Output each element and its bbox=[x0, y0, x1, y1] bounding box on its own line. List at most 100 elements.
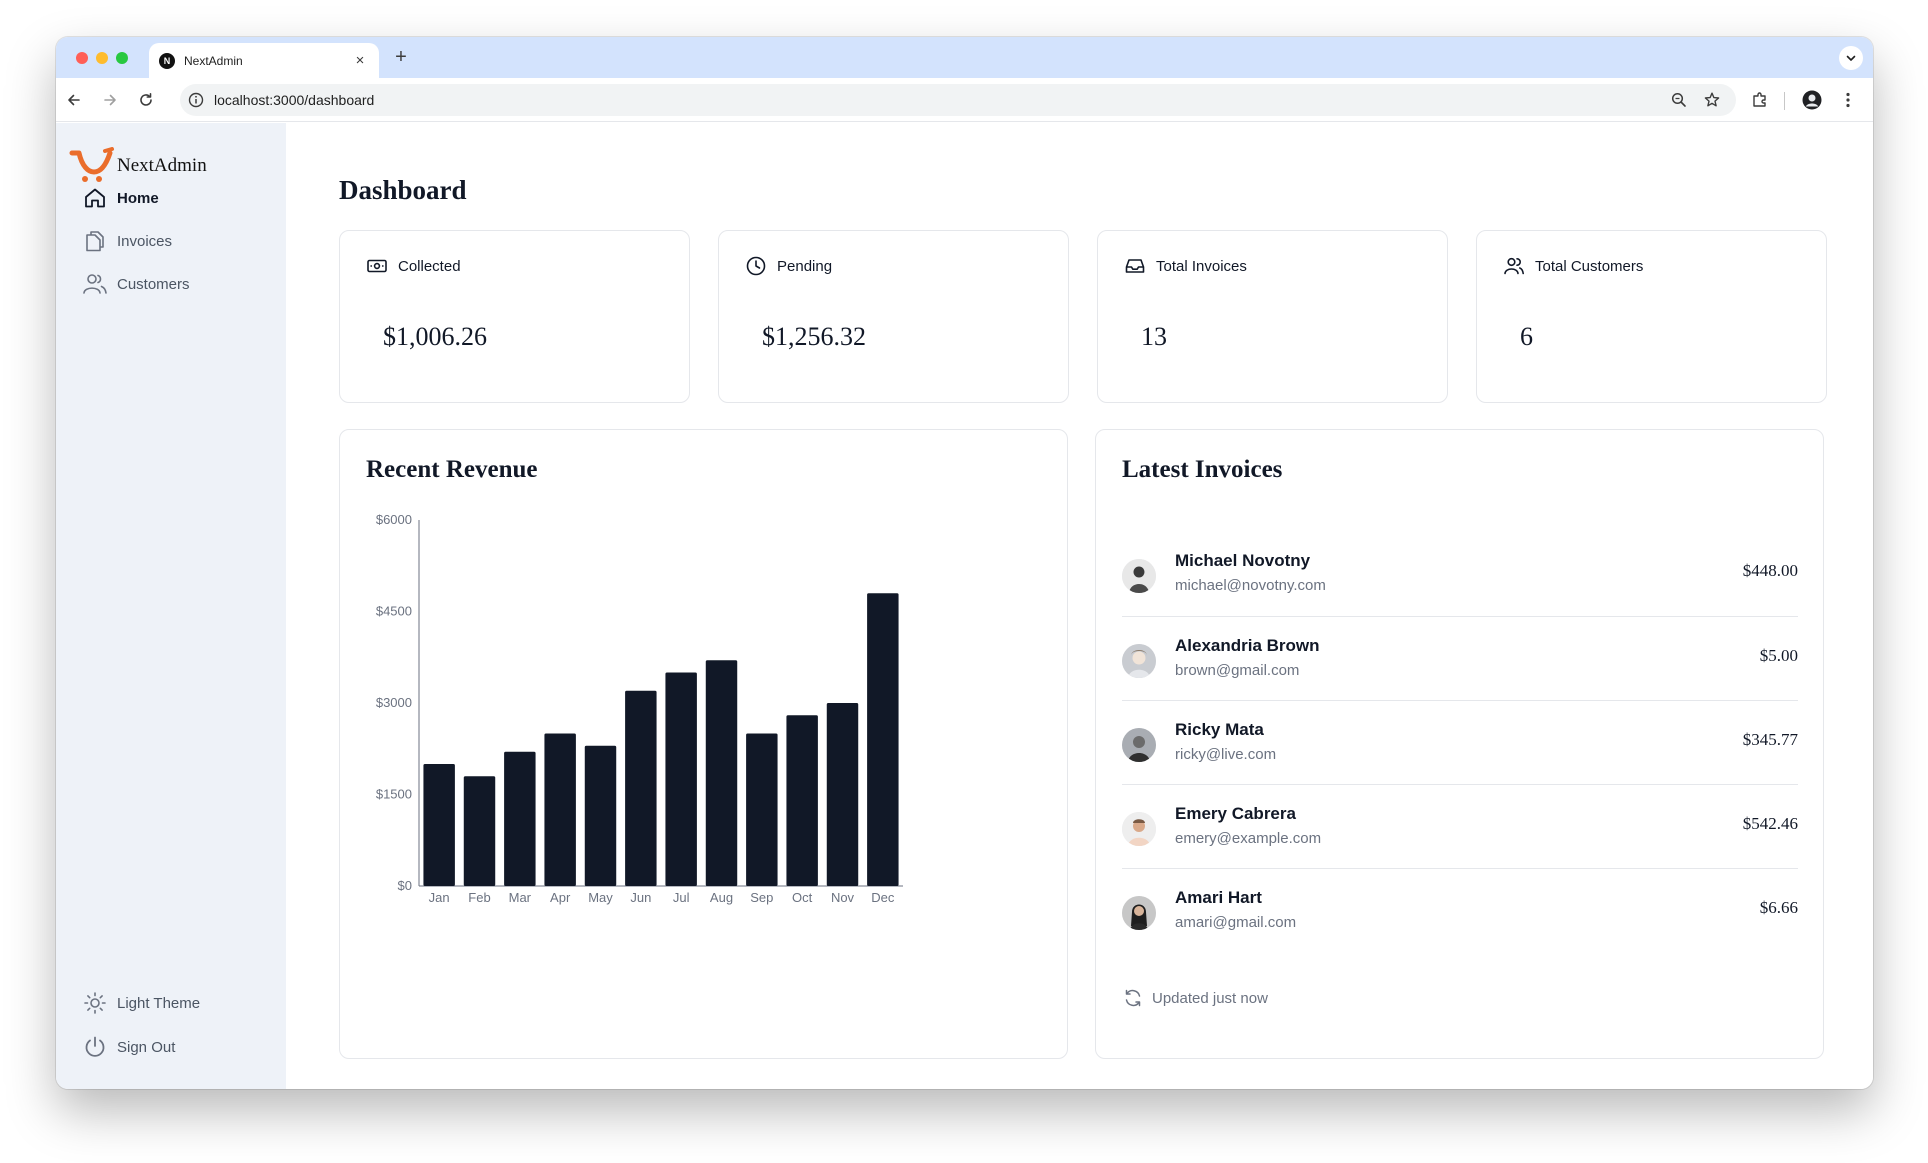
stat-card-label: Total Customers bbox=[1535, 257, 1644, 275]
updated-status: Updated just now bbox=[1122, 987, 1268, 1009]
page-title: Dashboard bbox=[339, 175, 467, 205]
sidebar-item-invoices[interactable]: Invoices bbox=[82, 227, 172, 255]
invoice-row[interactable]: Emery Cabrera emery@example.com $542.46 bbox=[1122, 784, 1798, 868]
revenue-bar[interactable] bbox=[867, 593, 899, 886]
avatar bbox=[1122, 812, 1156, 846]
bookmark-star-icon[interactable] bbox=[1703, 91, 1721, 109]
revenue-bar[interactable] bbox=[423, 764, 455, 886]
url-text[interactable]: localhost:3000/dashboard bbox=[214, 92, 374, 108]
favicon-icon: N bbox=[159, 52, 175, 69]
tab-strip: N NextAdmin × + bbox=[56, 37, 1873, 78]
revenue-bar[interactable] bbox=[544, 733, 576, 887]
invoice-row[interactable]: Ricky Mata ricky@live.com $345.77 bbox=[1122, 700, 1798, 784]
stat-card-collected: Collected $1,006.26 bbox=[339, 230, 690, 403]
minimize-window-button[interactable] bbox=[96, 52, 108, 64]
avatar bbox=[1122, 644, 1156, 678]
sidebar-item-customers[interactable]: Customers bbox=[82, 270, 190, 298]
customer-email: brown@gmail.com bbox=[1175, 662, 1300, 679]
extensions-button[interactable] bbox=[1750, 90, 1770, 110]
revenue-bar[interactable] bbox=[705, 660, 738, 886]
customer-email: emery@example.com bbox=[1175, 830, 1322, 847]
back-button[interactable] bbox=[63, 89, 85, 111]
tab-search-button[interactable] bbox=[1839, 46, 1863, 70]
latest-invoices-title: Latest Invoices bbox=[1122, 456, 1283, 483]
banknotes-icon bbox=[366, 255, 388, 277]
sign-out-button[interactable]: Sign Out bbox=[82, 1033, 175, 1061]
stat-card-value: 13 bbox=[1141, 322, 1167, 351]
x-tick-label: Nov bbox=[831, 890, 855, 905]
address-bar[interactable]: localhost:3000/dashboard bbox=[180, 84, 1736, 116]
revenue-bar[interactable] bbox=[665, 672, 697, 887]
y-tick-label: $6000 bbox=[376, 512, 412, 527]
more-vertical-icon bbox=[1846, 92, 1850, 108]
revenue-bar[interactable] bbox=[746, 733, 778, 887]
documents-icon bbox=[82, 228, 108, 254]
new-tab-button[interactable]: + bbox=[390, 47, 412, 67]
zoom-icon[interactable] bbox=[1670, 91, 1688, 109]
invoice-amount: $6.66 bbox=[1759, 898, 1798, 917]
browser-tab[interactable]: N NextAdmin × bbox=[149, 43, 379, 78]
user-group-icon bbox=[1503, 255, 1525, 277]
stat-card-value: 6 bbox=[1520, 322, 1533, 351]
revenue-bar[interactable] bbox=[625, 690, 657, 886]
arrow-left-icon bbox=[68, 94, 80, 106]
invoice-row[interactable]: Michael Novotny michael@novotny.com $448… bbox=[1122, 532, 1798, 616]
browser-menu-button[interactable] bbox=[1838, 90, 1858, 110]
invoice-row[interactable]: Alexandria Brown brown@gmail.com $5.00 bbox=[1122, 616, 1798, 700]
profile-avatar-icon bbox=[1802, 90, 1822, 110]
customer-name: Alexandria Brown bbox=[1175, 636, 1320, 655]
sidebar-item-label: Customers bbox=[117, 275, 190, 293]
x-tick-label: May bbox=[588, 890, 613, 905]
reload-button[interactable] bbox=[135, 89, 157, 111]
close-tab-icon[interactable]: × bbox=[351, 52, 369, 69]
revenue-bar[interactable] bbox=[786, 715, 818, 886]
sign-out-label: Sign Out bbox=[117, 1038, 176, 1056]
revenue-bar[interactable] bbox=[826, 703, 859, 886]
profile-button[interactable] bbox=[1802, 90, 1822, 110]
revenue-chart: $0 $1500 $3000 $4500 $6000 Jan Feb Mar Apr May Jun… bbox=[376, 512, 903, 905]
revenue-bar[interactable] bbox=[504, 751, 536, 886]
x-tick-label: Jan bbox=[429, 890, 450, 905]
forward-button[interactable] bbox=[99, 89, 121, 111]
theme-toggle-button[interactable]: Light Theme bbox=[82, 989, 200, 1017]
customer-name: Ricky Mata bbox=[1175, 720, 1264, 739]
revenue-panel: Recent Revenue $0 $1500 $3000 $4500 $6000 Jan… bbox=[339, 429, 1068, 1059]
clock-icon bbox=[745, 255, 767, 277]
customer-name: Michael Novotny bbox=[1175, 551, 1311, 570]
invoice-amount: $5.00 bbox=[1759, 646, 1798, 665]
y-tick-label: $0 bbox=[398, 878, 412, 893]
arrow-right-icon bbox=[104, 94, 116, 106]
x-tick-label: Sep bbox=[750, 890, 773, 905]
sun-icon bbox=[82, 990, 108, 1016]
revenue-bar[interactable] bbox=[584, 745, 617, 886]
x-tick-label: Mar bbox=[509, 890, 532, 905]
updated-label: Updated just now bbox=[1152, 989, 1268, 1007]
y-tick-label: $1500 bbox=[376, 787, 412, 802]
invoice-row[interactable]: Amari Hart amari@gmail.com $6.66 bbox=[1122, 868, 1798, 952]
chevron-down-icon bbox=[1846, 55, 1856, 61]
tab-title: NextAdmin bbox=[184, 53, 243, 68]
power-icon bbox=[82, 1034, 108, 1060]
avatar bbox=[1122, 559, 1156, 593]
invoice-amount: $542.46 bbox=[1742, 814, 1798, 833]
x-tick-label: Oct bbox=[792, 890, 813, 905]
customer-name: Emery Cabrera bbox=[1175, 804, 1296, 823]
stat-card-label: Pending bbox=[777, 257, 833, 275]
maximize-window-button[interactable] bbox=[116, 52, 128, 64]
x-tick-label: Jul bbox=[673, 890, 690, 905]
logo[interactable]: NextAdmin bbox=[69, 147, 207, 185]
close-window-button[interactable] bbox=[76, 52, 88, 64]
customer-email: amari@gmail.com bbox=[1175, 914, 1297, 931]
avatar bbox=[1122, 896, 1156, 930]
cart-logo-icon bbox=[69, 147, 114, 182]
latest-invoices-panel: Latest Invoices Michael Novotny michael@… bbox=[1095, 429, 1824, 1059]
invoice-amount: $448.00 bbox=[1742, 561, 1798, 580]
sidebar-item-home[interactable]: Home bbox=[82, 184, 159, 212]
revenue-bar[interactable] bbox=[463, 776, 496, 886]
stat-card-total-invoices: Total Invoices 13 bbox=[1097, 230, 1448, 403]
info-icon[interactable] bbox=[188, 92, 204, 108]
x-tick-label: Aug bbox=[710, 890, 733, 905]
avatar bbox=[1122, 728, 1156, 762]
puzzle-icon bbox=[1753, 92, 1766, 107]
browser-toolbar: localhost:3000/dashboard bbox=[56, 78, 1873, 122]
